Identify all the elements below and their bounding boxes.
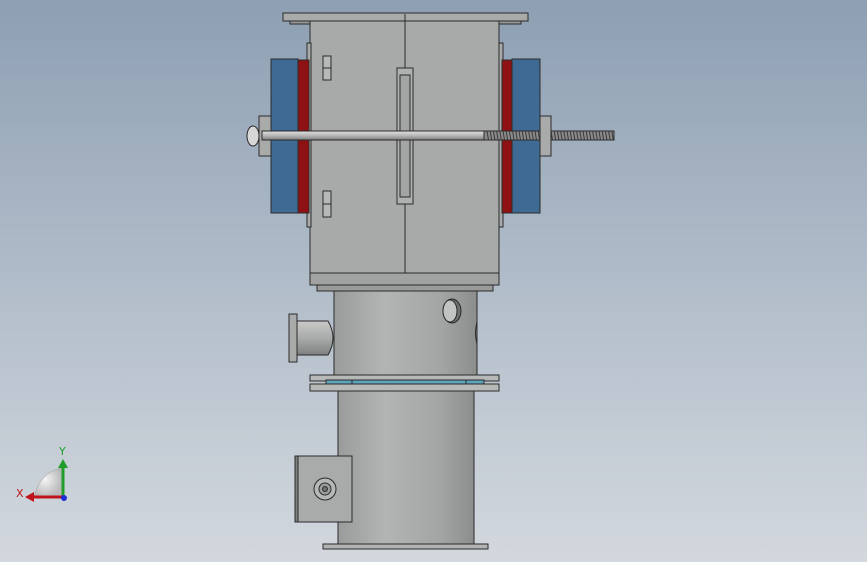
chamber-base-ring [316, 284, 494, 292]
x-axis-arrowhead [25, 492, 34, 502]
y-axis-arrowhead [58, 459, 68, 468]
glass-window[interactable] [325, 379, 485, 385]
mid-flange-ring[interactable] [309, 374, 500, 392]
z-axis-dot [61, 495, 67, 501]
upper-chamber[interactable] [270, 12, 541, 292]
side-pipe-flange[interactable] [288, 313, 298, 363]
middle-tube-section[interactable] [288, 290, 478, 376]
x-axis-label: X [16, 487, 24, 500]
rod-left-end-cap [246, 125, 260, 147]
y-axis-label: Y [58, 445, 66, 458]
side-pipe-port[interactable] [296, 320, 334, 356]
mid-flange-bottom[interactable] [309, 383, 500, 392]
cad-viewport[interactable]: Y X [0, 0, 867, 562]
triad-plane-shade [33, 467, 63, 498]
lower-tube[interactable] [337, 390, 475, 545]
rod-right-nut[interactable] [539, 115, 552, 157]
lower-tube-section[interactable] [294, 390, 489, 550]
vacuum-chamber-model[interactable]: Y X [0, 0, 867, 562]
tube-round-port-face [442, 299, 458, 323]
rod-shaft[interactable] [261, 130, 485, 141]
orientation-triad[interactable]: Y X [16, 445, 68, 502]
chamber-base-plate[interactable] [309, 272, 500, 286]
bottom-flange[interactable] [322, 543, 489, 550]
box-port-center [322, 486, 328, 492]
